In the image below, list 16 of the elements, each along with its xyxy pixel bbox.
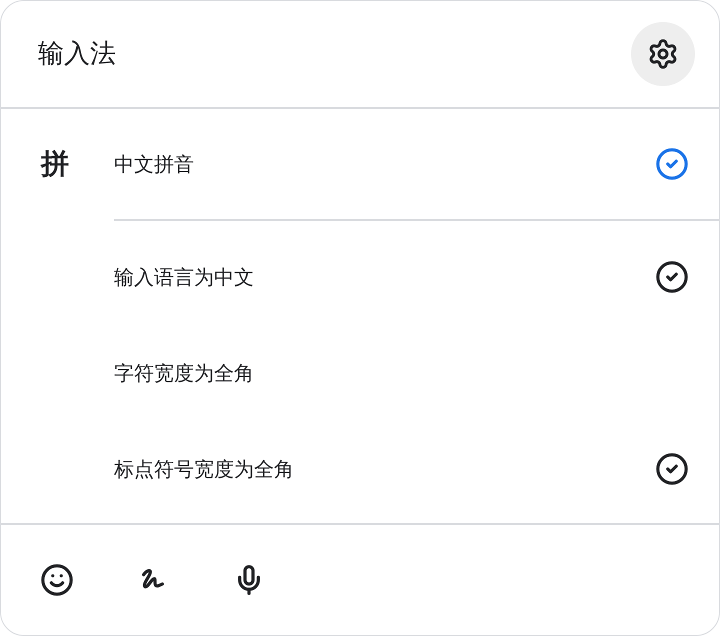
option-label: 输入语言为中文 [114,264,255,291]
check-circle-icon [655,452,689,486]
check-circle-icon [655,147,689,181]
option-item[interactable]: 字符宽度为全角 [1,325,719,421]
emoji-button[interactable] [39,562,75,598]
option-item[interactable]: 输入语言为中文 [1,229,719,325]
option-item[interactable]: 标点符号宽度为全角 [1,421,719,517]
smiley-icon [40,563,74,597]
input-method-item[interactable]: 拼 中文拼音 [1,109,719,219]
option-label: 标点符号宽度为全角 [114,456,295,483]
option-label: 字符宽度为全角 [114,360,255,387]
settings-icon [647,38,679,70]
method-symbol: 拼 [41,146,70,182]
panel-title: 输入法 [38,38,116,70]
method-name: 中文拼音 [114,151,195,178]
check-circle-icon [655,260,689,294]
